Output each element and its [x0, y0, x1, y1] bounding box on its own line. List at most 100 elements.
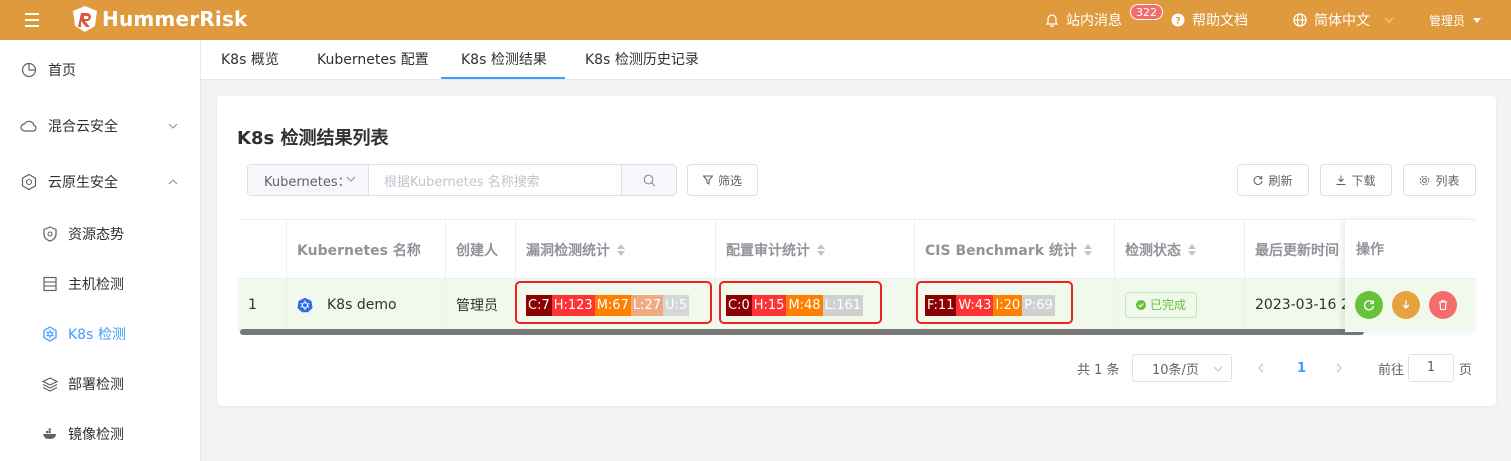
- check-circle-icon: [1136, 300, 1146, 310]
- header-status[interactable]: 检测状态: [1115, 220, 1245, 279]
- sidebar-item-label: 镜像检测: [68, 427, 124, 443]
- page-number-current[interactable]: 1: [1297, 354, 1306, 382]
- sort-icon[interactable]: [1083, 243, 1092, 256]
- sidebar-item-label: 资源态势: [68, 227, 124, 243]
- goto-prefix: 前往: [1378, 362, 1405, 378]
- header-config[interactable]: 配置审计统计: [716, 220, 915, 279]
- trash-icon: [1439, 300, 1447, 311]
- header-vuln[interactable]: 漏洞检测统计: [516, 220, 716, 279]
- header-updated-label: 最后更新时间: [1255, 242, 1339, 259]
- cloud-icon: [20, 120, 37, 132]
- help-docs-link[interactable]: ? 帮助文档: [1171, 0, 1248, 40]
- page-size-select[interactable]: 10条/页: [1132, 354, 1232, 382]
- header-name[interactable]: Kubernetes 名称: [287, 220, 446, 279]
- sort-icon[interactable]: [617, 243, 625, 256]
- top-header: HummerRisk 站内消息 322 ? 帮助文档 简体中文 管理员: [0, 0, 1511, 40]
- help-docs-label: 帮助文档: [1192, 13, 1248, 29]
- messages-link[interactable]: 站内消息: [1045, 0, 1122, 40]
- header-creator-label: 创建人: [456, 242, 498, 259]
- docker-icon: [43, 428, 56, 439]
- question-circle-icon: ?: [1171, 13, 1185, 27]
- prev-page-icon[interactable]: [1257, 363, 1265, 373]
- sidebar-item-label: K8s 检测: [68, 327, 126, 343]
- hummerrisk-logo-icon: [73, 6, 97, 32]
- status-label: 已完成: [1150, 298, 1187, 312]
- sidebar-item-image-check[interactable]: 镜像检测: [0, 406, 200, 461]
- messages-label: 站内消息: [1066, 13, 1122, 29]
- pagination-total: 共 1 条: [1077, 362, 1120, 378]
- delete-button[interactable]: [1429, 291, 1457, 319]
- sidebar-item-home[interactable]: 首页: [0, 42, 200, 98]
- sort-icon[interactable]: [1188, 243, 1196, 256]
- chevron-down-icon: [1213, 366, 1223, 372]
- brand-logo[interactable]: HummerRisk: [70, 4, 248, 34]
- chevron-up-icon: [168, 179, 178, 185]
- user-menu[interactable]: 管理员: [1429, 0, 1488, 40]
- cell-name[interactable]: K8s demo: [287, 279, 446, 331]
- download-button[interactable]: 下载: [1320, 164, 1392, 196]
- results-card: K8s 检测结果列表 Kubernetes： 根据Kubernetes 名称搜索…: [217, 96, 1496, 406]
- search-group: Kubernetes： 根据Kubernetes 名称搜索: [247, 164, 677, 196]
- header-updated: 最后更新时间: [1245, 220, 1355, 279]
- page-size-label: 10条/页: [1152, 362, 1199, 378]
- filter-button[interactable]: 筛选: [687, 164, 758, 196]
- rescan-button[interactable]: [1355, 291, 1383, 319]
- highlight-box: [515, 281, 712, 324]
- next-page-icon[interactable]: [1335, 363, 1343, 373]
- goto-suffix: 页: [1459, 362, 1473, 378]
- goto-page-input[interactable]: 1: [1408, 354, 1454, 382]
- operations-column: 操作: [1345, 219, 1476, 332]
- shield-icon: [43, 226, 57, 242]
- columns-label: 列表: [1435, 173, 1460, 188]
- highlight-box: [719, 281, 882, 324]
- download-label: 下载: [1351, 173, 1376, 188]
- chevron-down-icon: [168, 123, 178, 129]
- cluster-name: K8s demo: [327, 297, 397, 313]
- svg-text:?: ?: [1175, 17, 1180, 27]
- header-status-label: 检测状态: [1125, 242, 1181, 259]
- search-type-select[interactable]: Kubernetes：: [248, 165, 369, 195]
- tab-kubernetes-config[interactable]: Kubernetes 配置: [317, 40, 429, 80]
- tab-k8s-results[interactable]: K8s 检测结果: [461, 40, 547, 80]
- sidebar-item-resource-posture[interactable]: 资源态势: [0, 206, 200, 262]
- language-switcher[interactable]: 简体中文: [1293, 0, 1401, 40]
- sidebar-item-deploy-check[interactable]: 部署检测: [0, 356, 200, 412]
- search-icon: [643, 174, 655, 186]
- gear-icon: [1420, 175, 1430, 185]
- globe-icon: [1293, 13, 1307, 27]
- table-header: Kubernetes 名称 创建人 漏洞检测统计 配置审计统计 CIS Benc…: [238, 219, 1476, 279]
- cell-updated: 2023-03-16 22: [1255, 297, 1355, 313]
- messages-count-badge: 322: [1130, 4, 1163, 20]
- bell-icon: [1045, 14, 1059, 27]
- kubernetes-icon: [43, 326, 57, 342]
- header-ops: 操作: [1345, 219, 1476, 279]
- results-table: Kubernetes 名称 创建人 漏洞检测统计 配置审计统计 CIS Benc…: [238, 219, 1476, 339]
- download-icon: [1336, 175, 1346, 185]
- filter-label: 筛选: [717, 173, 742, 188]
- tab-k8s-overview[interactable]: K8s 概览: [221, 40, 279, 80]
- server-icon: [43, 276, 57, 292]
- refresh-button[interactable]: 刷新: [1237, 164, 1309, 196]
- columns-button[interactable]: 列表: [1403, 164, 1476, 196]
- header-index: [238, 220, 287, 279]
- cell-creator: 管理员: [446, 279, 516, 331]
- cell-status: 已完成: [1115, 279, 1245, 331]
- tab-bar: K8s 概览 Kubernetes 配置 K8s 检测结果 K8s 检测历史记录: [201, 40, 1511, 80]
- sidebar-item-host-check[interactable]: 主机检测: [0, 256, 200, 312]
- language-label: 简体中文: [1314, 13, 1370, 29]
- horizontal-scrollbar[interactable]: [240, 329, 1364, 335]
- active-tab-indicator: [441, 77, 565, 79]
- header-cis[interactable]: CIS Benchmark 统计: [915, 220, 1115, 279]
- search-input[interactable]: 根据Kubernetes 名称搜索: [369, 165, 621, 195]
- sidebar-item-hybrid-cloud[interactable]: 混合云安全: [0, 98, 200, 154]
- search-button[interactable]: [621, 165, 676, 195]
- sort-icon[interactable]: [817, 243, 825, 256]
- header-ops-label: 操作: [1356, 242, 1384, 258]
- download-report-button[interactable]: [1392, 291, 1420, 319]
- sidebar-item-k8s-check[interactable]: K8s 检测: [0, 306, 200, 362]
- refresh-icon: [1363, 300, 1375, 311]
- sidebar-item-cloud-native[interactable]: 云原生安全: [0, 154, 200, 210]
- menu-toggle-icon[interactable]: [25, 13, 39, 27]
- highlight-box: [916, 281, 1073, 324]
- tab-k8s-history[interactable]: K8s 检测历史记录: [585, 40, 699, 80]
